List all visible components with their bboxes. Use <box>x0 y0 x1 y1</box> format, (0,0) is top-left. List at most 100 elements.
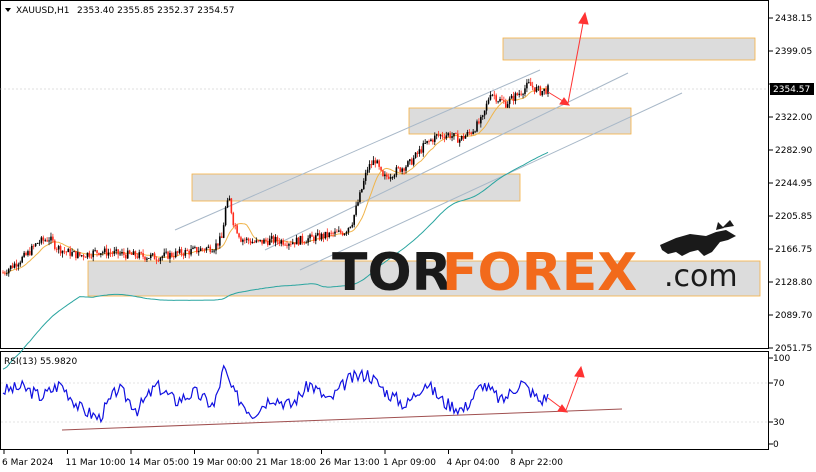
time-tick-label: 6 Mar 2024 <box>2 458 54 468</box>
candle-body <box>401 168 403 172</box>
price-tick-label: 2166.75 <box>775 245 812 255</box>
candle-body <box>531 85 534 88</box>
candle-body <box>357 202 359 206</box>
candle-body <box>361 189 363 193</box>
candle-body <box>528 82 530 83</box>
candle-body <box>226 200 229 208</box>
candle-body <box>240 237 242 242</box>
candle-body <box>199 248 202 252</box>
candle-body <box>48 240 50 242</box>
candle-body <box>149 254 152 259</box>
price-tick-label: 2051.75 <box>775 344 812 354</box>
candle-body <box>230 198 233 213</box>
candle-body <box>115 249 118 251</box>
candle-body <box>522 93 524 95</box>
candle-body <box>238 233 240 238</box>
candle-body <box>314 235 317 241</box>
candle-body <box>395 167 398 176</box>
chart-header: XAUUSD,H1 2353.40 2355.85 2352.37 2354.5… <box>5 6 234 16</box>
candle-body <box>428 140 430 142</box>
rsi-level-30: 30 <box>773 418 785 428</box>
candle-body <box>50 236 52 241</box>
candle-body <box>13 263 16 268</box>
candle-body <box>251 242 254 244</box>
candle-body <box>499 98 501 102</box>
candle-body <box>299 235 302 245</box>
candle-body <box>497 101 499 103</box>
candle-body <box>409 159 411 162</box>
candle-body <box>215 243 217 251</box>
candle-body <box>384 174 386 177</box>
candle-body <box>393 175 396 178</box>
candle-body <box>487 99 490 104</box>
candle-body <box>128 250 131 254</box>
candle-body <box>92 250 94 258</box>
candle-body <box>290 243 292 245</box>
candle-body <box>255 240 258 243</box>
candle-body <box>140 252 142 254</box>
candle-body <box>25 252 27 256</box>
candle-body <box>136 256 139 258</box>
candle-body <box>257 240 260 242</box>
candle-body <box>186 250 189 251</box>
candle-body <box>462 135 465 139</box>
candle-body <box>146 258 148 260</box>
candle-body <box>481 115 484 117</box>
price-tick-label: 2128.80 <box>775 278 812 288</box>
candle-body <box>389 177 392 179</box>
candle-body <box>382 170 384 177</box>
candle-body <box>324 231 327 239</box>
candle-body <box>142 253 144 257</box>
candle-body <box>353 214 355 225</box>
candle-body <box>80 255 83 257</box>
candle-body <box>280 240 283 244</box>
candle-body <box>313 236 315 241</box>
candle-body <box>474 131 476 133</box>
candle-body <box>359 192 361 203</box>
logo-forex: FOREX <box>442 243 637 303</box>
candle-body <box>370 164 373 166</box>
candle-body <box>228 198 231 201</box>
candle-body <box>493 94 496 96</box>
candle-body <box>21 256 23 263</box>
price-tick-label: 2244.95 <box>775 179 812 189</box>
candle-body <box>176 251 179 253</box>
candle-body <box>405 166 407 171</box>
rsi-level-70: 70 <box>773 379 785 389</box>
rsi-panel <box>0 351 769 450</box>
candle-body <box>40 237 43 243</box>
candle-body <box>418 149 421 154</box>
candle-body <box>57 246 60 250</box>
candle-body <box>207 246 210 248</box>
candle-body <box>209 246 212 252</box>
candle-body <box>67 248 70 253</box>
candle-body <box>153 253 156 260</box>
candle-body <box>144 256 146 260</box>
time-tick-label: 21 Mar 18:00 <box>256 458 316 468</box>
candle-body <box>457 133 459 143</box>
candle-body <box>455 133 457 134</box>
candle-body <box>174 251 177 258</box>
candle-body <box>261 239 263 244</box>
candle-body <box>472 131 474 134</box>
candle-body <box>42 237 45 241</box>
candle-body <box>336 231 338 233</box>
trading-chart[interactable]: 2438.15 2399.05 2322.00 2282.90 2244.95 2205.… <box>0 0 816 472</box>
candle-body <box>9 265 12 270</box>
candle-body <box>219 236 221 246</box>
candle-body <box>332 232 334 234</box>
candle-body <box>113 250 116 254</box>
candle-body <box>288 243 290 246</box>
candle-body <box>61 250 64 254</box>
candle-body <box>121 252 123 254</box>
candle-body <box>508 98 511 105</box>
candle-body <box>410 159 413 165</box>
candle-body <box>412 157 415 165</box>
candle-body <box>98 252 100 255</box>
candle-body <box>320 233 323 240</box>
candle-body <box>293 242 296 245</box>
candle-body <box>224 207 227 226</box>
candle-body <box>165 251 167 253</box>
candle-body <box>268 238 271 245</box>
candle-body <box>305 242 308 244</box>
